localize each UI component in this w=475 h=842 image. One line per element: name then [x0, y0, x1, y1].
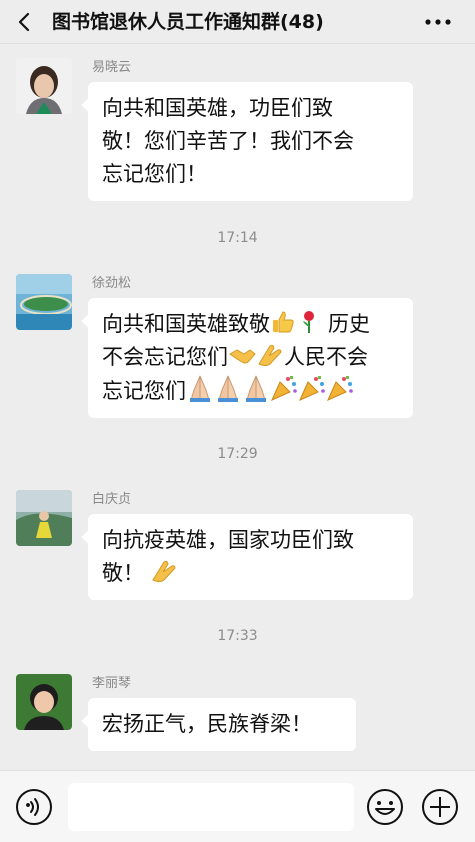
message-text: 敬！您们辛苦了！我们不会	[102, 129, 354, 153]
sender-name: 易晓云	[92, 60, 132, 75]
message-text: 向共和国英雄致敬	[102, 312, 270, 336]
praying-hands-icon	[246, 375, 266, 402]
more-dots-icon[interactable]	[423, 11, 453, 33]
sender-name: 白庆贞	[92, 492, 132, 507]
chat-header: 图书馆退休人员工作通知群(48)	[0, 0, 475, 44]
message-text: 人民不会	[284, 345, 368, 369]
message-text: 不会忘记您们	[102, 345, 228, 369]
avatar[interactable]	[16, 674, 72, 730]
avatar[interactable]	[16, 58, 72, 114]
plus-icon[interactable]	[421, 788, 459, 826]
message-text: 敬！	[102, 561, 144, 585]
message-list[interactable]: 易晓云 向共和国英雄，功臣们致 敬！您们辛苦了！我们不会 忘记您们！ 17:14…	[0, 44, 475, 770]
handshake-icon	[229, 349, 256, 364]
party-popper-icon	[327, 376, 353, 401]
message-input[interactable]	[68, 783, 354, 831]
message-bubble[interactable]: 向抗疫英雄，国家功臣们致 敬！	[81, 514, 413, 600]
timestamp: 17:33	[217, 628, 258, 644]
rose-icon	[303, 311, 314, 333]
praying-hands-icon	[218, 375, 238, 402]
thumbs-up-icon	[273, 311, 294, 333]
clap-hand-icon	[152, 560, 176, 582]
praying-hands-icon	[190, 375, 210, 402]
message-bubble[interactable]: 向共和国英雄，功臣们致 敬！您们辛苦了！我们不会 忘记您们！	[81, 82, 413, 201]
party-popper-icon	[271, 376, 297, 401]
sender-name: 徐劲松	[92, 276, 132, 291]
chevron-left-icon[interactable]	[14, 11, 36, 33]
message-text: 向抗疫英雄，国家功臣们致	[102, 528, 354, 552]
avatar[interactable]	[16, 274, 72, 330]
message-text: 历史	[328, 312, 370, 336]
timestamp: 17:14	[217, 230, 258, 246]
sender-name: 李丽琴	[92, 676, 132, 691]
voice-icon[interactable]	[15, 788, 53, 826]
message-text: 忘记您们	[102, 379, 186, 403]
chat-title: 图书馆退休人员工作通知群(48)	[52, 11, 324, 33]
message-text: 忘记您们！	[102, 162, 207, 186]
party-popper-icon	[299, 376, 325, 401]
emoji-icon[interactable]	[366, 788, 404, 826]
message-text: 宏扬正气，民族脊梁！	[102, 712, 312, 736]
message-text: 向共和国英雄，功臣们致	[102, 96, 333, 120]
timestamp: 17:29	[217, 446, 258, 462]
message-bubble[interactable]: 宏扬正气，民族脊梁！	[81, 698, 356, 751]
input-bar	[0, 770, 475, 842]
message-bubble[interactable]: 向共和国英雄致敬 历史 不会忘记您们 人民不会 忘记您们	[81, 298, 413, 418]
clap-hand-icon	[258, 344, 282, 366]
avatar[interactable]	[16, 490, 72, 546]
